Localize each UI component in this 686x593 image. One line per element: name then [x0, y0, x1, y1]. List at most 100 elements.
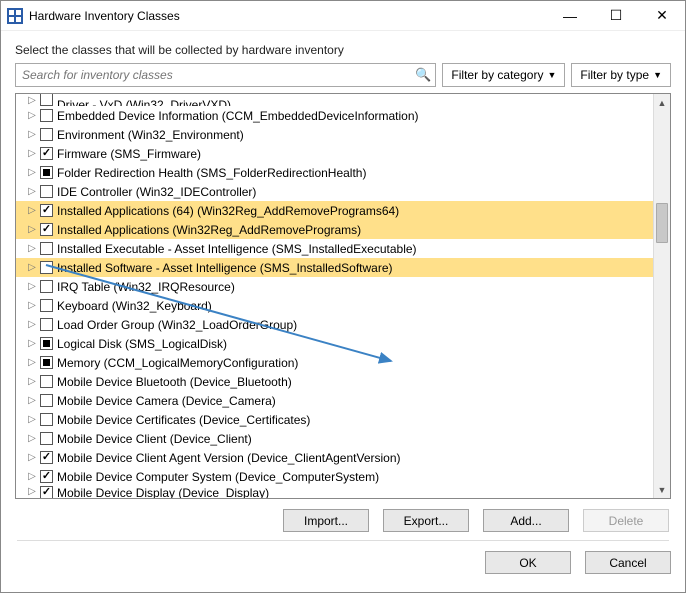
checkbox[interactable]: [40, 299, 53, 312]
tree-row[interactable]: ▷ Mobile Device Camera (Device_Camera): [16, 391, 653, 410]
checkbox[interactable]: [40, 337, 53, 350]
tree-row-label: Mobile Device Certificates (Device_Certi…: [57, 413, 310, 427]
checkbox[interactable]: [40, 94, 53, 106]
tree-row[interactable]: ▷Installed Applications (Win32Reg_AddRem…: [16, 220, 653, 239]
add-button[interactable]: Add...: [483, 509, 569, 532]
tree-row-label: Mobile Device Camera (Device_Camera): [57, 394, 276, 408]
tree-row[interactable]: ▷Mobile Device Display (Device_Display): [16, 486, 653, 498]
tree-row[interactable]: ▷ IRQ Table (Win32_IRQResource): [16, 277, 653, 296]
expand-icon[interactable]: ▷: [26, 129, 38, 140]
expand-icon[interactable]: ▷: [26, 110, 38, 121]
checkbox[interactable]: [40, 470, 53, 483]
tree-row-label: Firmware (SMS_Firmware): [57, 147, 201, 161]
checkbox[interactable]: [40, 432, 53, 445]
tree-row[interactable]: ▷ Firmware (SMS_Firmware): [16, 144, 653, 163]
expand-icon[interactable]: ▷: [26, 205, 38, 216]
expand-icon[interactable]: ▷: [26, 281, 38, 292]
scroll-track[interactable]: [654, 111, 670, 481]
checkbox[interactable]: [40, 185, 53, 198]
checkbox[interactable]: [40, 486, 53, 498]
tree-row[interactable]: ▷Mobile Device Client Agent Version (Dev…: [16, 448, 653, 467]
tree-row[interactable]: ▷Logical Disk (SMS_LogicalDisk): [16, 334, 653, 353]
checkbox[interactable]: [40, 128, 53, 141]
expand-icon[interactable]: ▷: [26, 395, 38, 406]
tree-row-label: Memory (CCM_LogicalMemoryConfiguration): [57, 356, 298, 370]
expand-icon[interactable]: ▷: [26, 319, 38, 330]
tree-row[interactable]: ▷Installed Software - Asset Intelligence…: [16, 258, 653, 277]
filter-by-category-button[interactable]: Filter by category ▼: [442, 63, 565, 87]
expand-icon[interactable]: ▷: [26, 243, 38, 254]
tree-row[interactable]: ▷ Installed Executable - Asset Intelligen…: [16, 239, 653, 258]
checkbox[interactable]: [40, 261, 53, 274]
class-tree: ▷ Driver - VxD (Win32_DriverVXD)▷Embedded…: [15, 93, 671, 499]
checkbox[interactable]: [40, 204, 53, 217]
cancel-button[interactable]: Cancel: [585, 551, 671, 574]
expand-icon[interactable]: ▷: [26, 167, 38, 178]
tree-row[interactable]: ▷ Load Order Group (Win32_LoadOrderGroup): [16, 315, 653, 334]
expand-icon[interactable]: ▷: [26, 300, 38, 311]
expand-icon[interactable]: ▷: [26, 186, 38, 197]
tree-row-label: IRQ Table (Win32_IRQResource): [57, 280, 235, 294]
ok-label: OK: [519, 556, 536, 570]
close-button[interactable]: ✕: [639, 1, 685, 30]
tree-row-label: Mobile Device Bluetooth (Device_Bluetoot…: [57, 375, 292, 389]
tree-row[interactable]: ▷Environment (Win32_Environment): [16, 125, 653, 144]
tree-row-label: Load Order Group (Win32_LoadOrderGroup): [57, 318, 297, 332]
minimize-button[interactable]: —: [547, 1, 593, 30]
search-field-wrap[interactable]: 🔍: [15, 63, 436, 87]
search-input[interactable]: [16, 64, 435, 86]
tree-row[interactable]: ▷ Mobile Device Computer System (Device_C…: [16, 467, 653, 486]
expand-icon[interactable]: ▷: [26, 148, 38, 159]
expand-icon[interactable]: ▷: [26, 452, 38, 463]
expand-icon[interactable]: ▷: [26, 471, 38, 482]
tree-row[interactable]: ▷ Mobile Device Certificates (Device_Cert…: [16, 410, 653, 429]
expand-icon[interactable]: ▷: [26, 262, 38, 273]
checkbox[interactable]: [40, 242, 53, 255]
expand-icon[interactable]: ▷: [26, 95, 38, 106]
expand-icon[interactable]: ▷: [26, 414, 38, 425]
scroll-down-arrow-icon[interactable]: ▼: [654, 481, 670, 498]
class-tree-viewport[interactable]: ▷ Driver - VxD (Win32_DriverVXD)▷Embedded…: [16, 94, 653, 498]
tree-row[interactable]: ▷Embedded Device Information (CCM_Embedd…: [16, 106, 653, 125]
chevron-down-icon: ▼: [547, 70, 556, 80]
vertical-scrollbar[interactable]: ▲ ▼: [653, 94, 670, 498]
tree-row[interactable]: ▷Installed Applications (64) (Win32Reg_A…: [16, 201, 653, 220]
checkbox[interactable]: [40, 166, 53, 179]
delete-label: Delete: [609, 514, 644, 528]
tree-row-label: Installed Executable - Asset Intelligenc…: [57, 242, 417, 256]
expand-icon[interactable]: ▷: [26, 357, 38, 368]
scroll-up-arrow-icon[interactable]: ▲: [654, 94, 670, 111]
expand-icon[interactable]: ▷: [26, 433, 38, 444]
checkbox[interactable]: [40, 394, 53, 407]
export-button[interactable]: Export...: [383, 509, 469, 532]
expand-icon[interactable]: ▷: [26, 486, 38, 497]
maximize-button[interactable]: ☐: [593, 1, 639, 30]
tree-row[interactable]: ▷ Driver - VxD (Win32_DriverVXD): [16, 94, 653, 106]
tree-row[interactable]: ▷Folder Redirection Health (SMS_FolderRe…: [16, 163, 653, 182]
tree-row[interactable]: ▷Mobile Device Client (Device_Client): [16, 429, 653, 448]
import-button[interactable]: Import...: [283, 509, 369, 532]
checkbox[interactable]: [40, 109, 53, 122]
expand-icon[interactable]: ▷: [26, 376, 38, 387]
checkbox[interactable]: [40, 318, 53, 331]
checkbox[interactable]: [40, 356, 53, 369]
tree-row[interactable]: ▷Keyboard (Win32_Keyboard): [16, 296, 653, 315]
tree-row[interactable]: ▷ Mobile Device Bluetooth (Device_Bluetoo…: [16, 372, 653, 391]
expand-icon[interactable]: ▷: [26, 224, 38, 235]
tree-row-label: IDE Controller (Win32_IDEController): [57, 185, 256, 199]
title-bar: Hardware Inventory Classes — ☐ ✕: [1, 1, 685, 31]
scroll-thumb[interactable]: [656, 203, 668, 243]
filter-by-type-button[interactable]: Filter by type ▼: [571, 63, 671, 87]
checkbox[interactable]: [40, 280, 53, 293]
tree-row-label: Driver - VxD (Win32_DriverVXD): [57, 98, 231, 106]
checkbox[interactable]: [40, 223, 53, 236]
tree-row[interactable]: ▷ IDE Controller (Win32_IDEController): [16, 182, 653, 201]
checkbox[interactable]: [40, 147, 53, 160]
checkbox[interactable]: [40, 375, 53, 388]
tree-row[interactable]: ▷ Memory (CCM_LogicalMemoryConfiguration): [16, 353, 653, 372]
expand-icon[interactable]: ▷: [26, 338, 38, 349]
ok-button[interactable]: OK: [485, 551, 571, 574]
checkbox[interactable]: [40, 451, 53, 464]
checkbox[interactable]: [40, 413, 53, 426]
tree-row-label: Mobile Device Computer System (Device_Co…: [57, 470, 379, 484]
